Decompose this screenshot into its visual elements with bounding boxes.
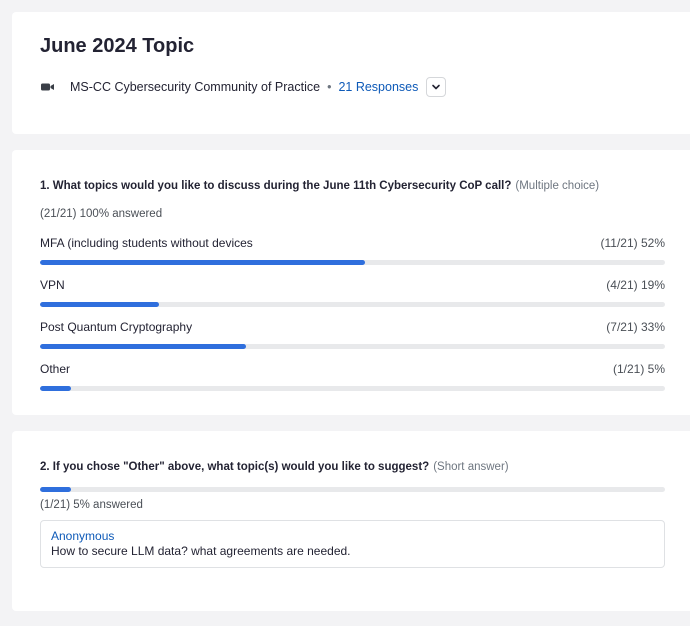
option-post-quantum: Post Quantum Cryptography (7/21) 33% [40,320,665,349]
question-1-title: 1. What topics would you like to discuss… [40,180,599,192]
video-camera-icon [40,81,56,93]
progress-fill [40,386,72,391]
question-2-answered: (1/21) 5% answered [40,499,143,511]
progress-track [40,302,665,307]
option-stat: (7/21) 33% [606,320,665,334]
progress-fill [40,260,365,265]
option-stat: (11/21) 52% [600,236,665,250]
option-stat: (1/21) 5% [612,362,665,376]
option-label: Other [40,362,71,376]
question-1-answered: (21/21) 100% answered [40,208,163,220]
community-name: MS-CC Cybersecurity Community of Practic… [70,80,321,94]
progress-track [40,260,665,265]
option-label: VPN [40,278,65,292]
responses-dropdown-button[interactable] [426,77,447,97]
survey-meta: MS-CC Cybersecurity Community of Practic… [40,76,447,98]
response-text: How to secure LLM data? what agreements … [51,544,351,558]
progress-fill [40,302,159,307]
question-2-text: 2. If you chose "Other" above, what topi… [40,461,430,473]
chevron-down-icon [431,82,441,92]
option-label: MFA (including students without devices [40,236,253,250]
page-title: June 2024 Topic [40,35,195,57]
meta-separator: • [327,80,332,94]
survey-header-card: June 2024 Topic MS-CC Cybersecurity Comm… [12,12,690,134]
option-label: Post Quantum Cryptography [40,320,193,334]
progress-fill [40,344,247,349]
option-other: Other (1/21) 5% [40,362,665,391]
progress-fill [40,487,72,492]
option-mfa: MFA (including students without devices … [40,236,665,265]
option-stat: (4/21) 19% [606,278,665,292]
option-vpn: VPN (4/21) 19% [40,278,665,307]
question-1-type: (Multiple choice) [515,180,600,192]
question-2-title: 2. If you chose "Other" above, what topi… [40,461,509,473]
response-card: Anonymous How to secure LLM data? what a… [40,520,665,568]
question-2-type: (Short answer) [433,461,509,473]
question-1-card: 1. What topics would you like to discuss… [12,150,690,415]
respondent-name: Anonymous [51,529,115,543]
progress-track [40,386,665,391]
progress-track [40,344,665,349]
progress-track [40,487,665,492]
question-2-card: 2. If you chose "Other" above, what topi… [12,431,690,611]
question-1-text: 1. What topics would you like to discuss… [40,180,512,192]
question-2-progress [40,487,665,492]
responses-link[interactable]: 21 Responses [338,80,418,94]
